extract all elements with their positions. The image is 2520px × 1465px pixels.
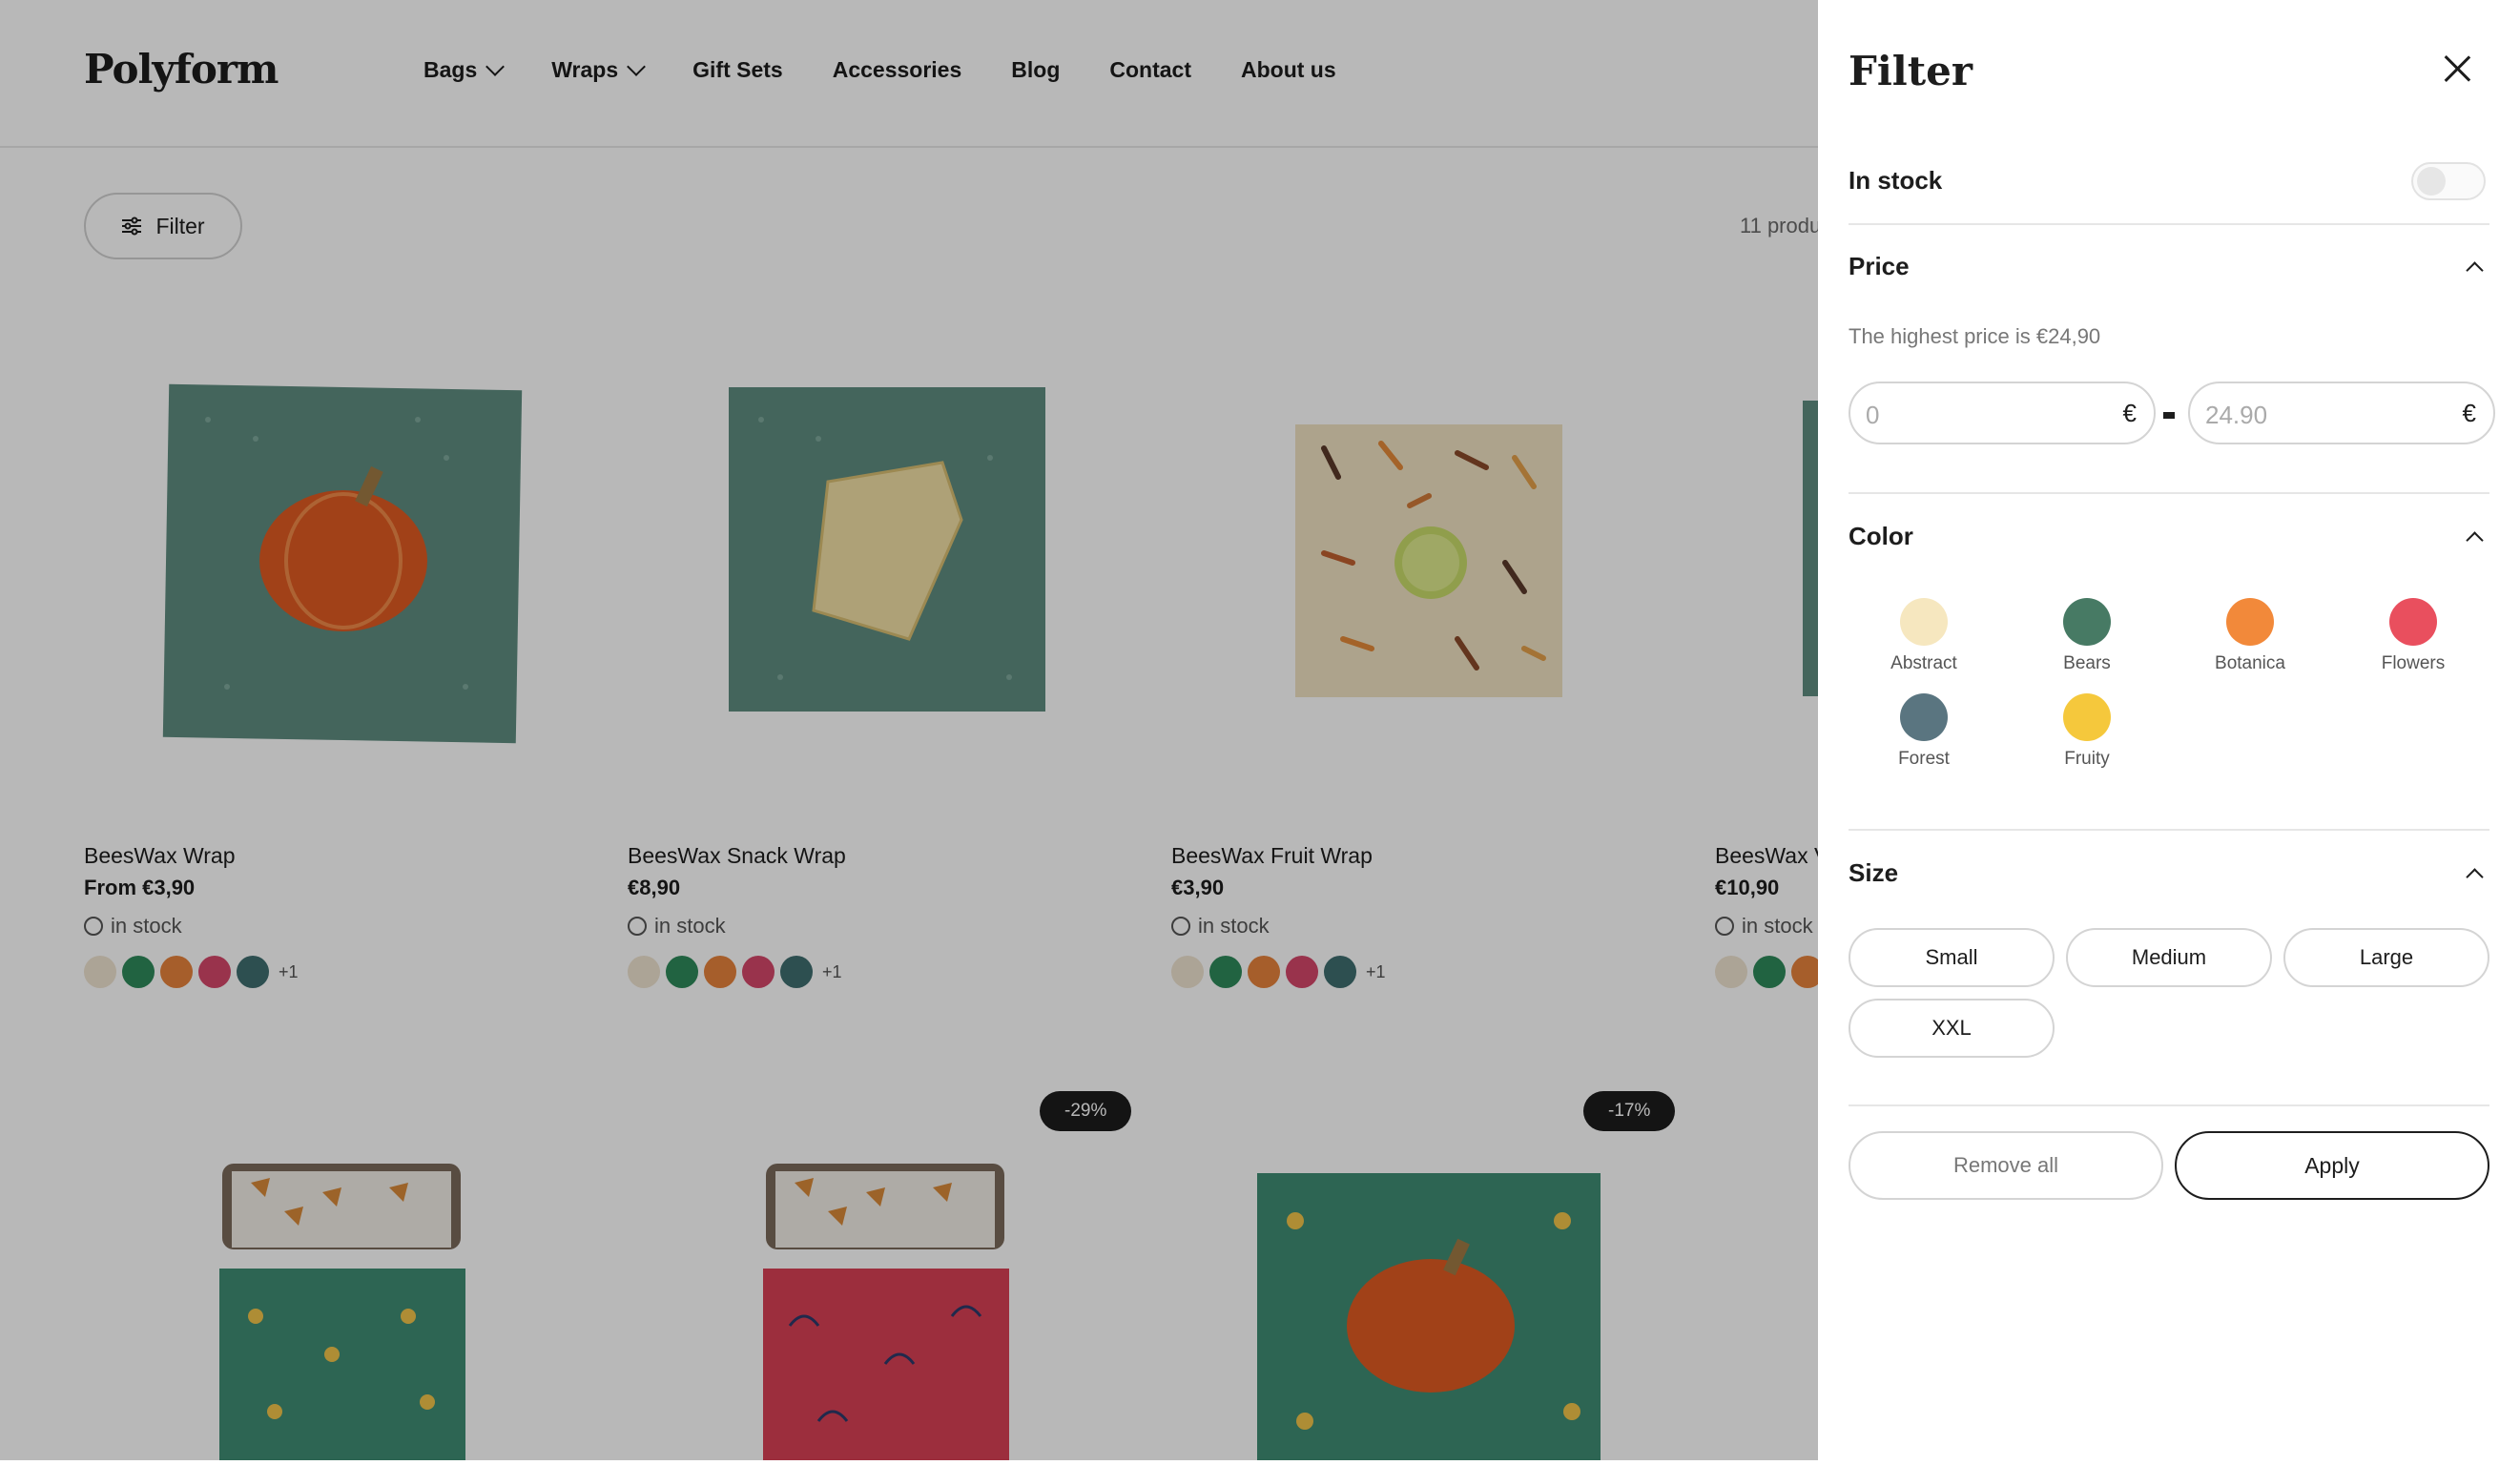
currency-symbol: € xyxy=(2462,399,2476,427)
in-stock-label: In stock xyxy=(1849,166,1943,195)
chevron-up-icon[interactable] xyxy=(2466,868,2484,886)
color-dot xyxy=(2063,598,2111,646)
chevron-up-icon[interactable] xyxy=(2466,531,2484,549)
price-hint: The highest price is €24,90 xyxy=(1849,324,2101,348)
divider xyxy=(1849,1104,2489,1106)
in-stock-toggle[interactable] xyxy=(2411,162,2486,200)
color-dot xyxy=(2226,598,2274,646)
apply-button[interactable]: Apply xyxy=(2175,1131,2489,1200)
divider xyxy=(1849,223,2489,225)
size-section-header[interactable]: Size xyxy=(1849,858,1898,888)
divider xyxy=(1849,829,2489,831)
color-name: Botanica xyxy=(2215,653,2285,673)
color-option-abstract[interactable]: Abstract xyxy=(1862,598,1986,674)
size-option-medium[interactable]: Medium xyxy=(2066,928,2272,987)
size-option-large[interactable]: Large xyxy=(2283,928,2489,987)
color-name: Abstract xyxy=(1890,653,1957,673)
size-option-small[interactable]: Small xyxy=(1849,928,2055,987)
color-dot xyxy=(2063,693,2111,741)
color-name: Forest xyxy=(1898,749,1950,769)
color-option-forest[interactable]: Forest xyxy=(1862,693,1986,770)
range-separator xyxy=(2163,412,2175,419)
filter-drawer: Filter In stock Price The highest price … xyxy=(1818,0,2520,1460)
color-section-header[interactable]: Color xyxy=(1849,522,1913,551)
color-dot xyxy=(1900,693,1948,741)
size-option-xxl[interactable]: XXL xyxy=(1849,999,2055,1058)
close-icon[interactable] xyxy=(2442,53,2472,84)
color-dot xyxy=(2389,598,2437,646)
remove-all-button[interactable]: Remove all xyxy=(1849,1131,2163,1200)
color-option-fruity[interactable]: Fruity xyxy=(2025,693,2149,770)
drawer-title: Filter xyxy=(1849,48,1973,94)
color-option-botanica[interactable]: Botanica xyxy=(2188,598,2312,674)
divider xyxy=(1849,492,2489,494)
toggle-knob xyxy=(2417,167,2446,196)
color-name: Fruity xyxy=(2064,749,2110,769)
color-option-bears[interactable]: Bears xyxy=(2025,598,2149,674)
price-min-field[interactable]: € xyxy=(1849,382,2156,444)
currency-symbol: € xyxy=(2122,399,2137,427)
price-section-header[interactable]: Price xyxy=(1849,252,1910,281)
color-option-flowers[interactable]: Flowers xyxy=(2351,598,2475,674)
drawer-backdrop[interactable] xyxy=(0,0,1818,1460)
color-name: Flowers xyxy=(2381,653,2446,673)
color-dot xyxy=(1900,598,1948,646)
color-name: Bears xyxy=(2063,653,2111,673)
price-max-input[interactable] xyxy=(2203,397,2436,433)
chevron-up-icon[interactable] xyxy=(2466,261,2484,279)
page: Polyform Bags Wraps Gift Sets Accessorie… xyxy=(0,0,2520,1460)
price-min-input[interactable] xyxy=(1864,397,2097,433)
price-max-field[interactable]: € xyxy=(2188,382,2495,444)
